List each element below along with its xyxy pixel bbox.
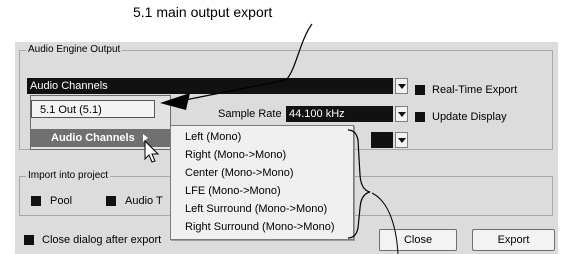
export-button[interactable]: Export xyxy=(472,229,555,251)
dropdown-arrow-icon[interactable] xyxy=(395,132,408,148)
update-display-checkbox[interactable] xyxy=(415,112,425,122)
close-after-export-checkbox[interactable] xyxy=(24,235,34,245)
channel-dropdown[interactable] xyxy=(371,132,393,148)
group-label-engine-output: Audio Engine Output xyxy=(26,44,123,56)
group-label-import: Import into project xyxy=(26,170,111,182)
annotation-caption: 5.1 main output export xyxy=(0,0,561,40)
sample-rate-label: Sample Rate xyxy=(218,108,282,120)
audio-track-label: Audio T xyxy=(125,195,163,207)
submenu-item-right[interactable]: Right (Mono->Mono) xyxy=(185,149,286,162)
output-popup-menu: 5.1 Out (5.1) Audio Channels xyxy=(30,95,171,150)
pool-checkbox[interactable] xyxy=(31,196,41,206)
menu-item-audio-channels-label: Audio Channels xyxy=(51,132,135,144)
close-button-label: Close xyxy=(403,234,433,246)
submenu-item-left-surround[interactable]: Left Surround (Mono->Mono) xyxy=(185,203,327,216)
sample-rate-dropdown[interactable]: 44.100 kHz xyxy=(286,106,393,122)
menu-item-audio-channels[interactable]: Audio Channels xyxy=(31,129,170,147)
dropdown-arrow-icon[interactable] xyxy=(395,78,408,94)
close-button[interactable]: Close xyxy=(379,229,457,251)
submenu-item-lfe[interactable]: LFE (Mono->Mono) xyxy=(185,185,281,198)
dropdown-arrow-icon[interactable] xyxy=(395,106,408,122)
update-display-label: Update Display xyxy=(432,111,507,123)
output-dropdown-value: Audio Channels xyxy=(30,80,108,92)
submenu-item-center[interactable]: Center (Mono->Mono) xyxy=(185,167,294,180)
submenu-arrow-icon xyxy=(142,134,148,143)
submenu-item-left[interactable]: Left (Mono) xyxy=(185,131,241,144)
submenu-item-right-surround[interactable]: Right Surround (Mono->Mono) xyxy=(185,221,335,234)
realtime-export-label: Real-Time Export xyxy=(432,84,518,96)
menu-item-51-out-label: 5.1 Out (5.1) xyxy=(40,104,102,116)
audio-track-checkbox[interactable] xyxy=(106,196,116,206)
audio-channels-submenu: Left (Mono) Right (Mono->Mono) Center (M… xyxy=(170,125,354,240)
pool-label: Pool xyxy=(50,195,73,207)
menu-item-51-out[interactable]: 5.1 Out (5.1) xyxy=(31,100,155,118)
sample-rate-value: 44.100 kHz xyxy=(289,108,345,120)
export-button-label: Export xyxy=(497,234,530,246)
realtime-export-checkbox[interactable] xyxy=(415,85,425,95)
close-after-export-label: Close dialog after export xyxy=(42,234,162,246)
annotation-title: 5.1 main output export xyxy=(133,4,273,20)
output-dropdown[interactable]: Audio Channels xyxy=(27,78,393,94)
